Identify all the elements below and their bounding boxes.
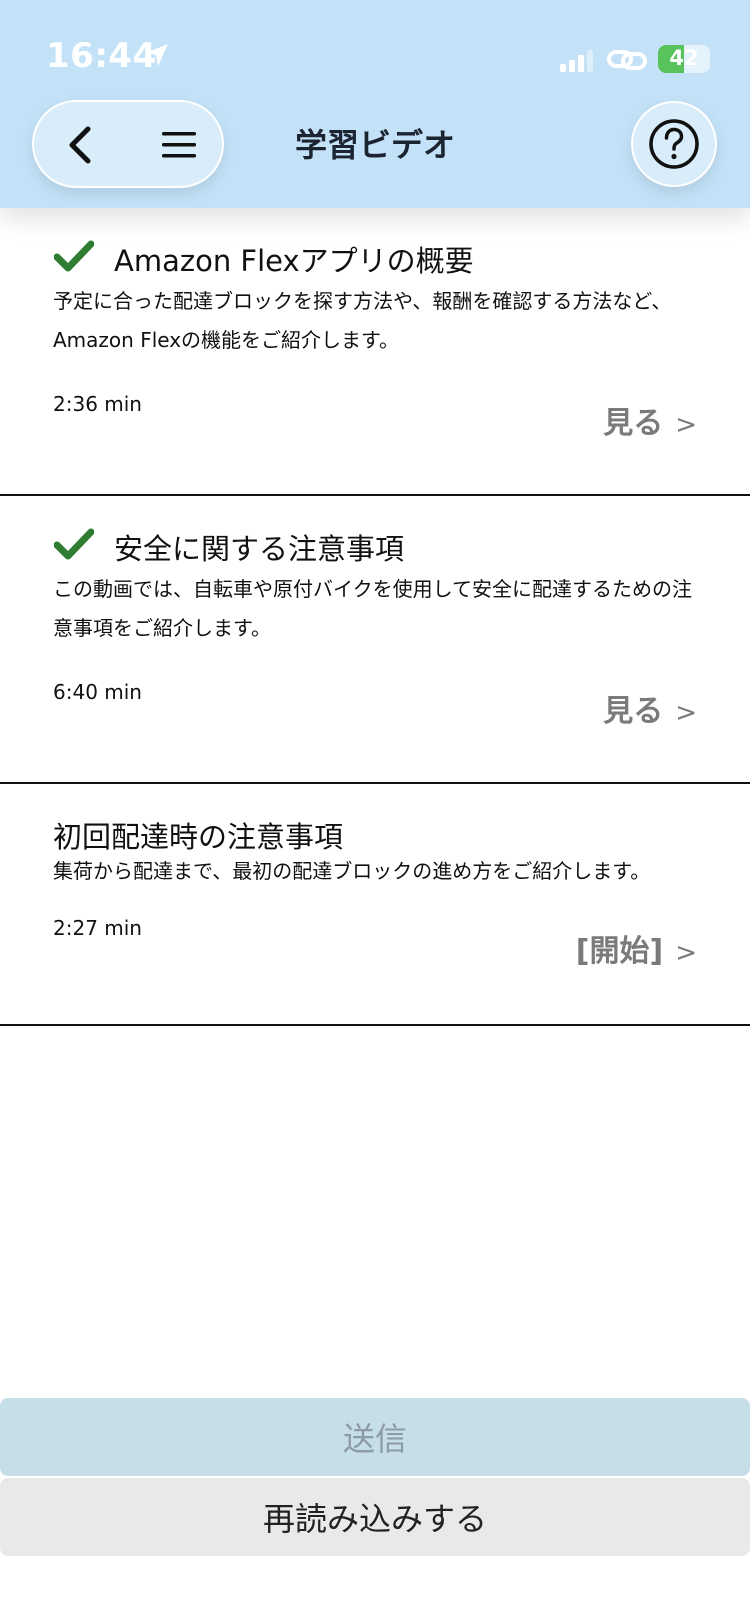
location-arrow-icon <box>146 44 168 66</box>
watch-link[interactable]: 見る > <box>603 398 697 442</box>
video-item[interactable]: 安全に関する注意事項 この動画では、自転車や原付バイクを使用して安全に配達するた… <box>0 496 750 784</box>
watch-link-label: 見る <box>603 694 664 729</box>
video-item[interactable]: 初回配達時の注意事項 集荷から配達まで、最初の配達ブロックの進め方をご紹介します… <box>0 784 750 1026</box>
video-description: 集荷から配達まで、最初の配達ブロックの進め方をご紹介します。 <box>53 859 651 883</box>
start-link-label: [開始] <box>575 934 664 969</box>
link-icon <box>607 50 647 70</box>
question-circle-icon <box>649 119 699 169</box>
start-link[interactable]: [開始] > <box>576 926 697 970</box>
chevron-right-icon: > <box>675 938 697 968</box>
video-title: 初回配達時の注意事項 <box>53 820 344 854</box>
help-button[interactable] <box>631 101 717 187</box>
video-duration: 2:36 min <box>53 392 142 416</box>
battery-percent: 42 <box>669 46 699 70</box>
checkmark-icon <box>54 240 94 272</box>
submit-button[interactable]: 送信 <box>0 1398 750 1476</box>
video-description: 予定に合った配達ブロックを探す方法や、報酬を確認する方法など、Amazon Fl… <box>53 289 672 352</box>
checkmark-icon <box>54 528 94 560</box>
watch-link-label: 見る <box>603 406 664 441</box>
video-list: Amazon Flexアプリの概要 予定に合った配達ブロックを探す方法や、報酬を… <box>0 208 750 1026</box>
video-duration: 2:27 min <box>53 916 142 940</box>
video-item[interactable]: Amazon Flexアプリの概要 予定に合った配達ブロックを探す方法や、報酬を… <box>0 208 750 496</box>
video-title: 安全に関する注意事項 <box>114 532 405 566</box>
status-time: 16:44 <box>46 36 157 76</box>
app-header: 16:44 42 学習ビデオ <box>0 0 750 208</box>
video-description: この動画では、自転車や原付バイクを使用して安全に配達するための注意事項をご紹介し… <box>53 577 692 640</box>
reload-button[interactable]: 再読み込みする <box>0 1478 750 1556</box>
chevron-right-icon: > <box>675 698 697 728</box>
video-title: Amazon Flexアプリの概要 <box>114 244 474 278</box>
cellular-signal-icon <box>560 50 593 72</box>
chevron-right-icon: > <box>675 410 697 440</box>
video-duration: 6:40 min <box>53 680 142 704</box>
battery-icon: 42 <box>658 45 710 73</box>
watch-link[interactable]: 見る > <box>603 686 697 730</box>
